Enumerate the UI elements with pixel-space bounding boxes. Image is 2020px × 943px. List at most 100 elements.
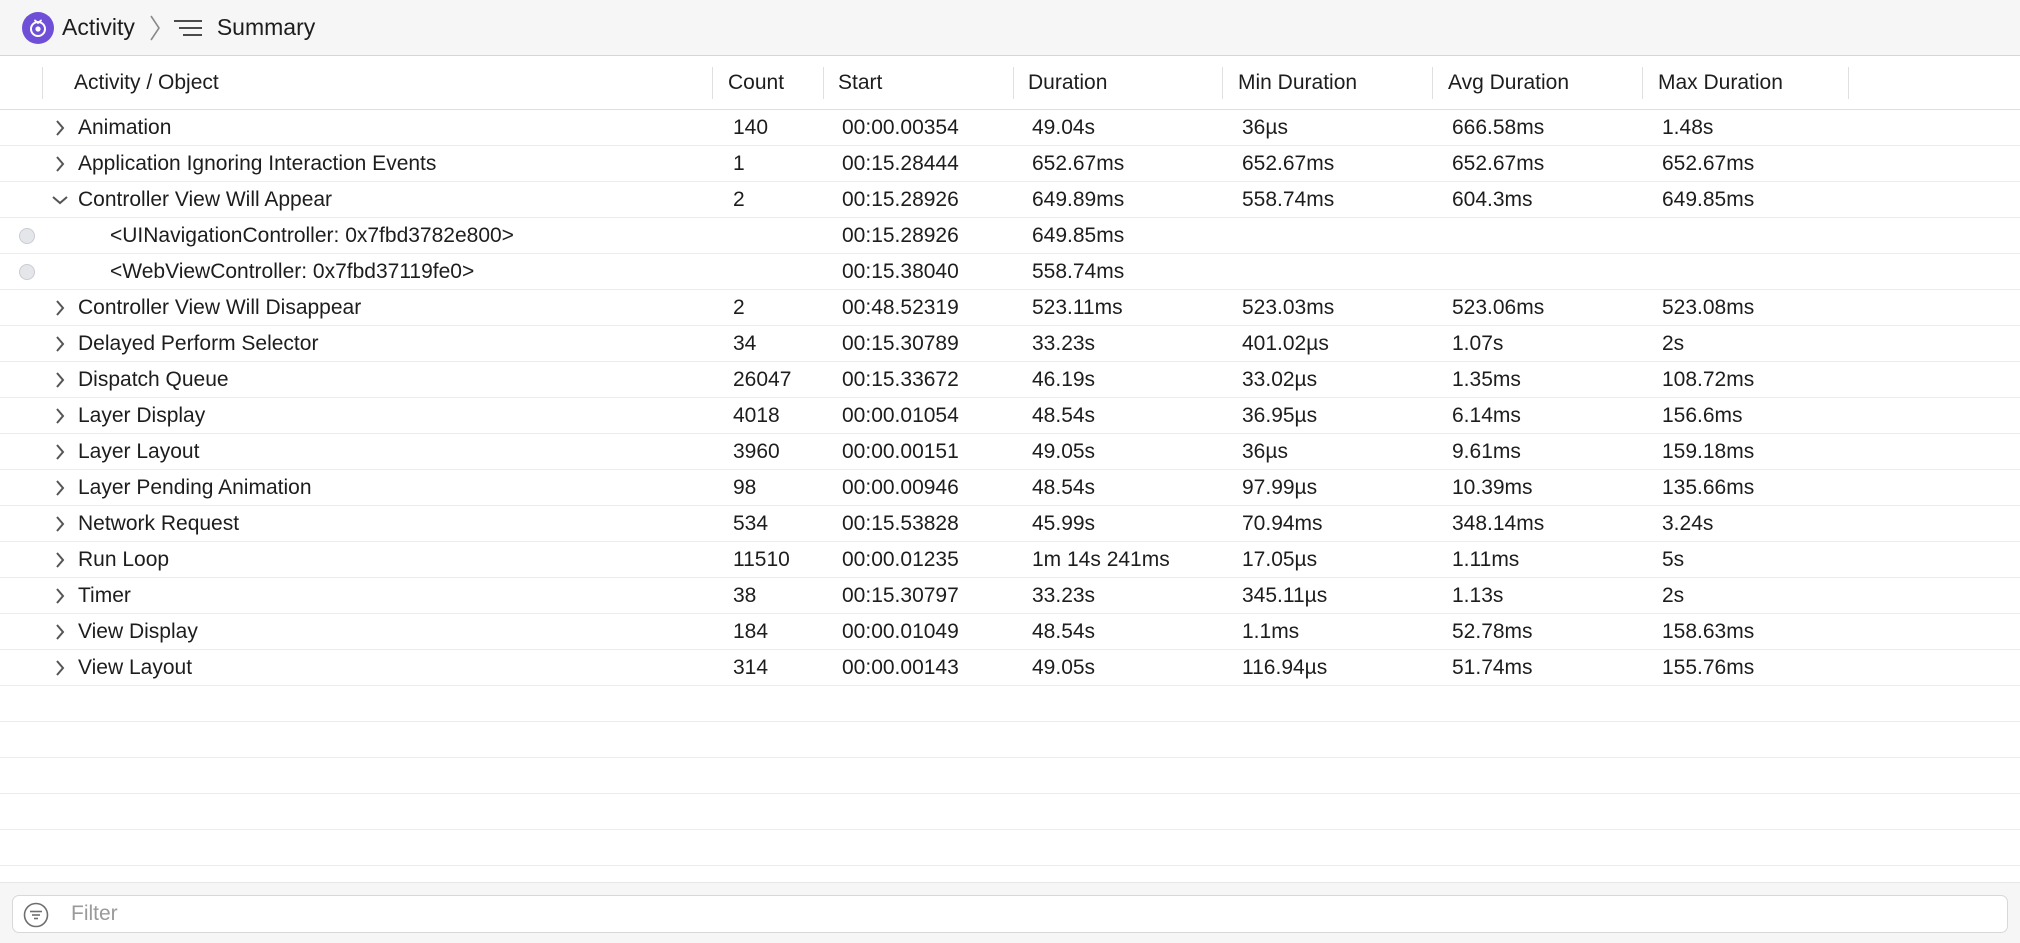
- min-duration-value: 97.99µs: [1242, 476, 1318, 499]
- start-value: 00:15.30797: [842, 584, 959, 607]
- count-value: 4018: [733, 404, 780, 427]
- column-divider[interactable]: [1848, 67, 1849, 99]
- min-duration-value: 36.95µs: [1242, 404, 1318, 427]
- object-name: <WebViewController: 0x7fbd37119fe0>: [110, 260, 475, 283]
- chevron-right-icon[interactable]: [50, 326, 70, 361]
- start-value: 00:00.01235: [842, 548, 959, 571]
- table-row-child[interactable]: <UINavigationController: 0x7fbd3782e800>…: [0, 218, 2020, 254]
- table-body: Animation 140 00:00.00354 49.04s 36µs 66…: [0, 110, 2020, 866]
- chevron-right-icon[interactable]: [50, 578, 70, 613]
- chevron-right-icon: [149, 14, 161, 42]
- column-divider[interactable]: [1013, 67, 1014, 99]
- avg-duration-value: 9.61ms: [1452, 440, 1521, 463]
- table-row[interactable]: Animation 140 00:00.00354 49.04s 36µs 66…: [0, 110, 2020, 146]
- avg-duration-value: 604.3ms: [1452, 188, 1533, 211]
- duration-value: 649.89ms: [1032, 188, 1125, 211]
- start-value: 00:15.28926: [842, 224, 959, 247]
- filter-bar: [0, 882, 2020, 943]
- avg-duration-value: 666.58ms: [1452, 116, 1545, 139]
- max-duration-value: 156.6ms: [1662, 404, 1743, 427]
- activity-name: Layer Pending Animation: [78, 476, 312, 499]
- max-duration-value: 652.67ms: [1662, 152, 1755, 175]
- table-row[interactable]: Network Request 534 00:15.53828 45.99s 7…: [0, 506, 2020, 542]
- table-row[interactable]: Run Loop 11510 00:00.01235 1m 14s 241ms …: [0, 542, 2020, 578]
- table-row[interactable]: Controller View Will Appear 2 00:15.2892…: [0, 182, 2020, 218]
- table-row[interactable]: View Display 184 00:00.01049 48.54s 1.1m…: [0, 614, 2020, 650]
- column-header-count[interactable]: Count: [728, 57, 784, 109]
- activity-app-icon[interactable]: [22, 11, 54, 44]
- chevron-right-icon[interactable]: [50, 470, 70, 505]
- avg-duration-value: 1.35ms: [1452, 368, 1521, 391]
- chevron-right-icon[interactable]: [50, 290, 70, 325]
- start-value: 00:00.00946: [842, 476, 959, 499]
- chevron-right-icon[interactable]: [50, 506, 70, 541]
- min-duration-value: 652.67ms: [1242, 152, 1335, 175]
- chevron-right-icon[interactable]: [50, 650, 70, 685]
- avg-duration-value: 52.78ms: [1452, 620, 1533, 643]
- chevron-right-icon[interactable]: [50, 398, 70, 433]
- column-divider[interactable]: [1432, 67, 1433, 99]
- duration-value: 49.05s: [1032, 656, 1096, 679]
- chevron-right-icon[interactable]: [50, 614, 70, 649]
- breadcrumb-bar: Activity Summary: [0, 0, 2020, 56]
- column-header-avg-duration[interactable]: Avg Duration: [1448, 57, 1569, 109]
- column-divider[interactable]: [823, 67, 824, 99]
- chevron-right-icon[interactable]: [50, 362, 70, 397]
- column-header-activity[interactable]: Activity / Object: [74, 57, 219, 109]
- chevron-right-icon[interactable]: [50, 434, 70, 469]
- breadcrumb-summary[interactable]: Summary: [217, 14, 315, 41]
- table-row[interactable]: Layer Display 4018 00:00.01054 48.54s 36…: [0, 398, 2020, 434]
- filter-icon[interactable]: [23, 902, 49, 928]
- activity-name: Controller View Will Disappear: [78, 296, 362, 319]
- column-header-start[interactable]: Start: [838, 57, 882, 109]
- avg-duration-value: 51.74ms: [1452, 656, 1533, 679]
- table-row[interactable]: Dispatch Queue 26047 00:15.33672 46.19s …: [0, 362, 2020, 398]
- column-divider[interactable]: [712, 67, 713, 99]
- max-duration-value: 108.72ms: [1662, 368, 1755, 391]
- max-duration-value: 523.08ms: [1662, 296, 1755, 319]
- avg-duration-value: 10.39ms: [1452, 476, 1533, 499]
- avg-duration-value: 523.06ms: [1452, 296, 1545, 319]
- column-header-max-duration[interactable]: Max Duration: [1658, 57, 1783, 109]
- table-header: Activity / Object Count Start Duration M…: [0, 57, 2020, 110]
- duration-value: 33.23s: [1032, 332, 1096, 355]
- column-divider[interactable]: [1222, 67, 1223, 99]
- column-header-duration[interactable]: Duration: [1028, 57, 1107, 109]
- filter-field[interactable]: [12, 895, 2008, 933]
- duration-value: 652.67ms: [1032, 152, 1125, 175]
- duration-value: 649.85ms: [1032, 224, 1125, 247]
- max-duration-value: 159.18ms: [1662, 440, 1755, 463]
- start-value: 00:00.01054: [842, 404, 959, 427]
- min-duration-value: 33.02µs: [1242, 368, 1318, 391]
- table-row[interactable]: Delayed Perform Selector 34 00:15.30789 …: [0, 326, 2020, 362]
- chevron-right-icon[interactable]: [50, 542, 70, 577]
- column-divider[interactable]: [1642, 67, 1643, 99]
- breadcrumb-activity[interactable]: Activity: [62, 14, 135, 41]
- column-divider[interactable]: [42, 67, 43, 99]
- table-row[interactable]: Application Ignoring Interaction Events …: [0, 146, 2020, 182]
- table-row[interactable]: Layer Pending Animation 98 00:00.00946 4…: [0, 470, 2020, 506]
- table-row-child[interactable]: <WebViewController: 0x7fbd37119fe0> 00:1…: [0, 254, 2020, 290]
- chevron-right-icon[interactable]: [50, 146, 70, 181]
- duration-value: 558.74ms: [1032, 260, 1125, 283]
- column-header-min-duration[interactable]: Min Duration: [1238, 57, 1357, 109]
- activity-name: Delayed Perform Selector: [78, 332, 319, 355]
- chevron-down-icon[interactable]: [50, 182, 70, 217]
- table-row[interactable]: Timer 38 00:15.30797 33.23s 345.11µs 1.1…: [0, 578, 2020, 614]
- duration-value: 523.11ms: [1032, 296, 1123, 319]
- count-value: 1: [733, 152, 745, 175]
- max-duration-value: 158.63ms: [1662, 620, 1755, 643]
- max-duration-value: 2s: [1662, 332, 1685, 355]
- table-row[interactable]: Controller View Will Disappear 2 00:48.5…: [0, 290, 2020, 326]
- chevron-right-icon[interactable]: [50, 110, 70, 145]
- start-value: 00:00.00151: [842, 440, 959, 463]
- table-row[interactable]: Layer Layout 3960 00:00.00151 49.05s 36µ…: [0, 434, 2020, 470]
- summary-lines-icon: [173, 17, 203, 39]
- filter-input[interactable]: [71, 896, 1971, 932]
- start-value: 00:15.28444: [842, 152, 959, 175]
- start-value: 00:00.00354: [842, 116, 959, 139]
- max-duration-value: 135.66ms: [1662, 476, 1755, 499]
- duration-value: 49.04s: [1032, 116, 1096, 139]
- activity-name: Animation: [78, 116, 172, 139]
- table-row[interactable]: View Layout 314 00:00.00143 49.05s 116.9…: [0, 650, 2020, 686]
